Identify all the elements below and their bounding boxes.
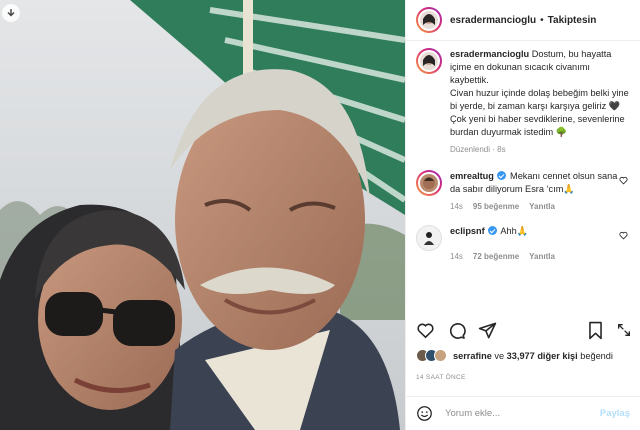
comment-username[interactable]: emrealtug [450,171,494,181]
paper-plane-icon [478,322,497,338]
author-avatar [418,9,440,31]
like-comment-heart-icon[interactable] [619,231,628,240]
reply-button[interactable]: Yanıtla [529,200,555,213]
comments-list[interactable]: esradermancioglu Dostum, bu hayatta içim… [406,48,640,313]
separator-dot: • [540,14,544,26]
comment-likes[interactable]: 72 beğenme [473,250,519,263]
comment-likes[interactable]: 95 beğenme [473,200,519,213]
post-photo[interactable] [0,0,405,430]
likes-suffix: beğendi [580,350,613,361]
verified-badge-icon [488,226,498,235]
caption-text-3: Çok yeni bi haber sevdiklerine, sevenler… [450,114,625,137]
post-comment-button[interactable]: Paylaş [600,408,630,419]
caption-meta: Düzenlendi · 8s [450,145,506,154]
post-sidebar: esradermancioglu • Takiptesin esraderman… [405,0,640,430]
author-avatar-ring[interactable] [416,7,442,33]
comment-avatar-ring[interactable] [416,170,442,196]
caption-username[interactable]: esradermancioglu [450,49,529,59]
save-button[interactable] [587,321,604,340]
download-icon [7,9,15,17]
caption: esradermancioglu Dostum, bu hayatta içim… [416,48,630,156]
comment-item: eclipsnf Ahh🙏 14s 72 beğenme Yanıtla [416,225,630,263]
following-button[interactable]: Takiptesin [548,15,597,26]
caption-time[interactable]: 8s [497,145,505,154]
comment-body: eclipsnf Ahh🙏 14s 72 beğenme Yanıtla [450,225,630,263]
like-button[interactable] [416,321,435,340]
share-button[interactable] [478,321,497,340]
caption-avatar-ring[interactable] [416,48,442,74]
likes-count-link[interactable]: 33,977 diğer kişi [507,351,578,361]
bookmark-icon [589,321,602,339]
add-comment-bar: Paylaş [406,396,640,430]
comment-avatar[interactable] [416,225,442,251]
verified-badge-icon [497,171,507,180]
comment-button[interactable] [447,321,466,340]
reply-button[interactable]: Yanıtla [529,250,555,263]
comment-meta: 14s 95 beğenme Yanıtla [450,200,630,213]
comment-body: emrealtug Mekanı cennet olsun sana da sa… [450,170,630,213]
comment-item: emrealtug Mekanı cennet olsun sana da sa… [416,170,630,213]
likes-conjunction: ve [494,350,505,361]
edited-label: Düzenlendi [450,145,491,154]
post-time-ago[interactable]: 14 SAAT ÖNCE [416,374,466,381]
comment-bubble-icon [449,322,466,339]
caption-text-2: Civan huzur içinde dolaş bebeğim belki y… [450,88,629,111]
smiley-icon [417,406,432,421]
author-username[interactable]: esradermancioglu [450,15,536,26]
post-header: esradermancioglu • Takiptesin [406,0,640,41]
liker-avatar [434,349,447,362]
diagonal-arrows-icon [618,324,630,336]
comment-text: Ahh🙏 [500,226,529,236]
likes-summary: serrafine ve 33,977 diğer kişi beğendi [416,349,636,362]
heart-icon [417,323,434,338]
comment-meta: 14s 72 beğenme Yanıtla [450,250,630,263]
fullscreen-button[interactable] [616,322,632,338]
comment-time[interactable]: 14s [450,200,463,213]
liker-avatars[interactable] [416,349,447,362]
download-button[interactable] [2,4,20,22]
comment-avatar [418,172,440,194]
comment-username[interactable]: eclipsnf [450,226,485,236]
caption-body: esradermancioglu Dostum, bu hayatta içim… [450,48,630,156]
like-comment-heart-icon[interactable] [619,176,628,185]
selfie-image [0,0,405,430]
comment-time[interactable]: 14s [450,250,463,263]
emoji-button[interactable] [416,405,433,422]
caption-avatar [418,50,440,72]
post-actions [416,318,632,342]
comment-input[interactable] [445,408,600,419]
liker-username[interactable]: serrafine [453,351,492,361]
